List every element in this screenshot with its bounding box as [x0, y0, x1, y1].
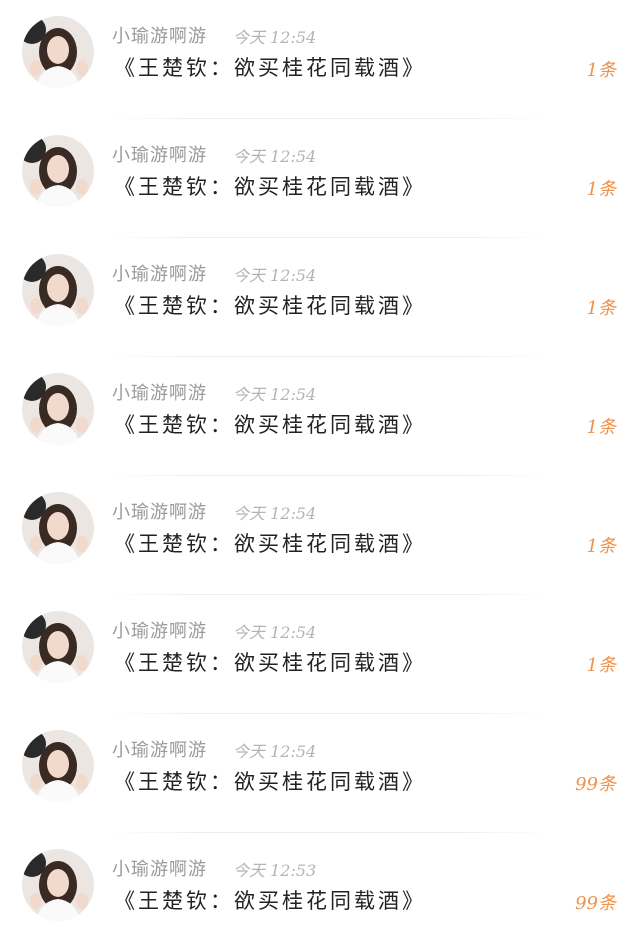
- reply-count: 1条: [586, 655, 616, 676]
- reply-count: 1条: [586, 179, 616, 200]
- message-title: 《王楚钦：欲买桂花同载酒》: [114, 651, 426, 675]
- message-item[interactable]: 小瑜游啊游 今天 12:54 《王楚钦：欲买桂花同载酒》 1条: [0, 476, 640, 595]
- username: 小瑜游啊游: [112, 145, 207, 166]
- avatar[interactable]: [22, 611, 94, 683]
- timestamp: 今天 12:54: [233, 266, 317, 285]
- avatar[interactable]: [22, 492, 94, 564]
- avatar[interactable]: [22, 730, 94, 802]
- username: 小瑜游啊游: [112, 383, 207, 404]
- username: 小瑜游啊游: [112, 740, 207, 761]
- username: 小瑜游啊游: [112, 621, 207, 642]
- timestamp: 今天 12:53: [233, 861, 317, 880]
- reply-count: 1条: [586, 417, 616, 438]
- timestamp: 今天 12:54: [233, 742, 317, 761]
- reply-count: 99条: [575, 774, 616, 795]
- message-item[interactable]: 小瑜游啊游 今天 12:54 《王楚钦：欲买桂花同载酒》 1条: [0, 0, 640, 119]
- avatar[interactable]: [22, 254, 94, 326]
- username: 小瑜游啊游: [112, 502, 207, 523]
- message-item[interactable]: 小瑜游啊游 今天 12:54 《王楚钦：欲买桂花同载酒》 1条: [0, 357, 640, 476]
- message-title: 《王楚钦：欲买桂花同载酒》: [114, 175, 426, 199]
- avatar[interactable]: [22, 373, 94, 445]
- timestamp: 今天 12:54: [233, 504, 317, 523]
- timestamp: 今天 12:54: [233, 623, 317, 642]
- timestamp: 今天 12:54: [233, 147, 317, 166]
- timestamp: 今天 12:54: [233, 385, 317, 404]
- username: 小瑜游啊游: [112, 26, 207, 47]
- message-title: 《王楚钦：欲买桂花同载酒》: [114, 413, 426, 437]
- message-list: 小瑜游啊游 今天 12:54 《王楚钦：欲买桂花同载酒》 1条 小瑜游啊游 今天…: [0, 0, 640, 948]
- reply-count: 1条: [586, 298, 616, 319]
- reply-count: 1条: [586, 60, 616, 81]
- username: 小瑜游啊游: [112, 859, 207, 880]
- avatar[interactable]: [22, 849, 94, 921]
- message-item[interactable]: 小瑜游啊游 今天 12:54 《王楚钦：欲买桂花同载酒》 1条: [0, 119, 640, 238]
- message-title: 《王楚钦：欲买桂花同载酒》: [114, 889, 426, 913]
- reply-count: 99条: [575, 893, 616, 914]
- message-item[interactable]: 小瑜游啊游 今天 12:54 《王楚钦：欲买桂花同载酒》 1条: [0, 238, 640, 357]
- message-title: 《王楚钦：欲买桂花同载酒》: [114, 770, 426, 794]
- message-item[interactable]: 小瑜游啊游 今天 12:54 《王楚钦：欲买桂花同载酒》 1条: [0, 595, 640, 714]
- message-title: 《王楚钦：欲买桂花同载酒》: [114, 294, 426, 318]
- reply-count: 1条: [586, 536, 616, 557]
- message-item[interactable]: 小瑜游啊游 今天 12:53 《王楚钦：欲买桂花同载酒》 99条: [0, 833, 640, 952]
- avatar[interactable]: [22, 16, 94, 88]
- message-item[interactable]: 小瑜游啊游 今天 12:54 《王楚钦：欲买桂花同载酒》 99条: [0, 714, 640, 833]
- avatar[interactable]: [22, 135, 94, 207]
- username: 小瑜游啊游: [112, 264, 207, 285]
- timestamp: 今天 12:54: [233, 28, 317, 47]
- message-title: 《王楚钦：欲买桂花同载酒》: [114, 532, 426, 556]
- message-title: 《王楚钦：欲买桂花同载酒》: [114, 56, 426, 80]
